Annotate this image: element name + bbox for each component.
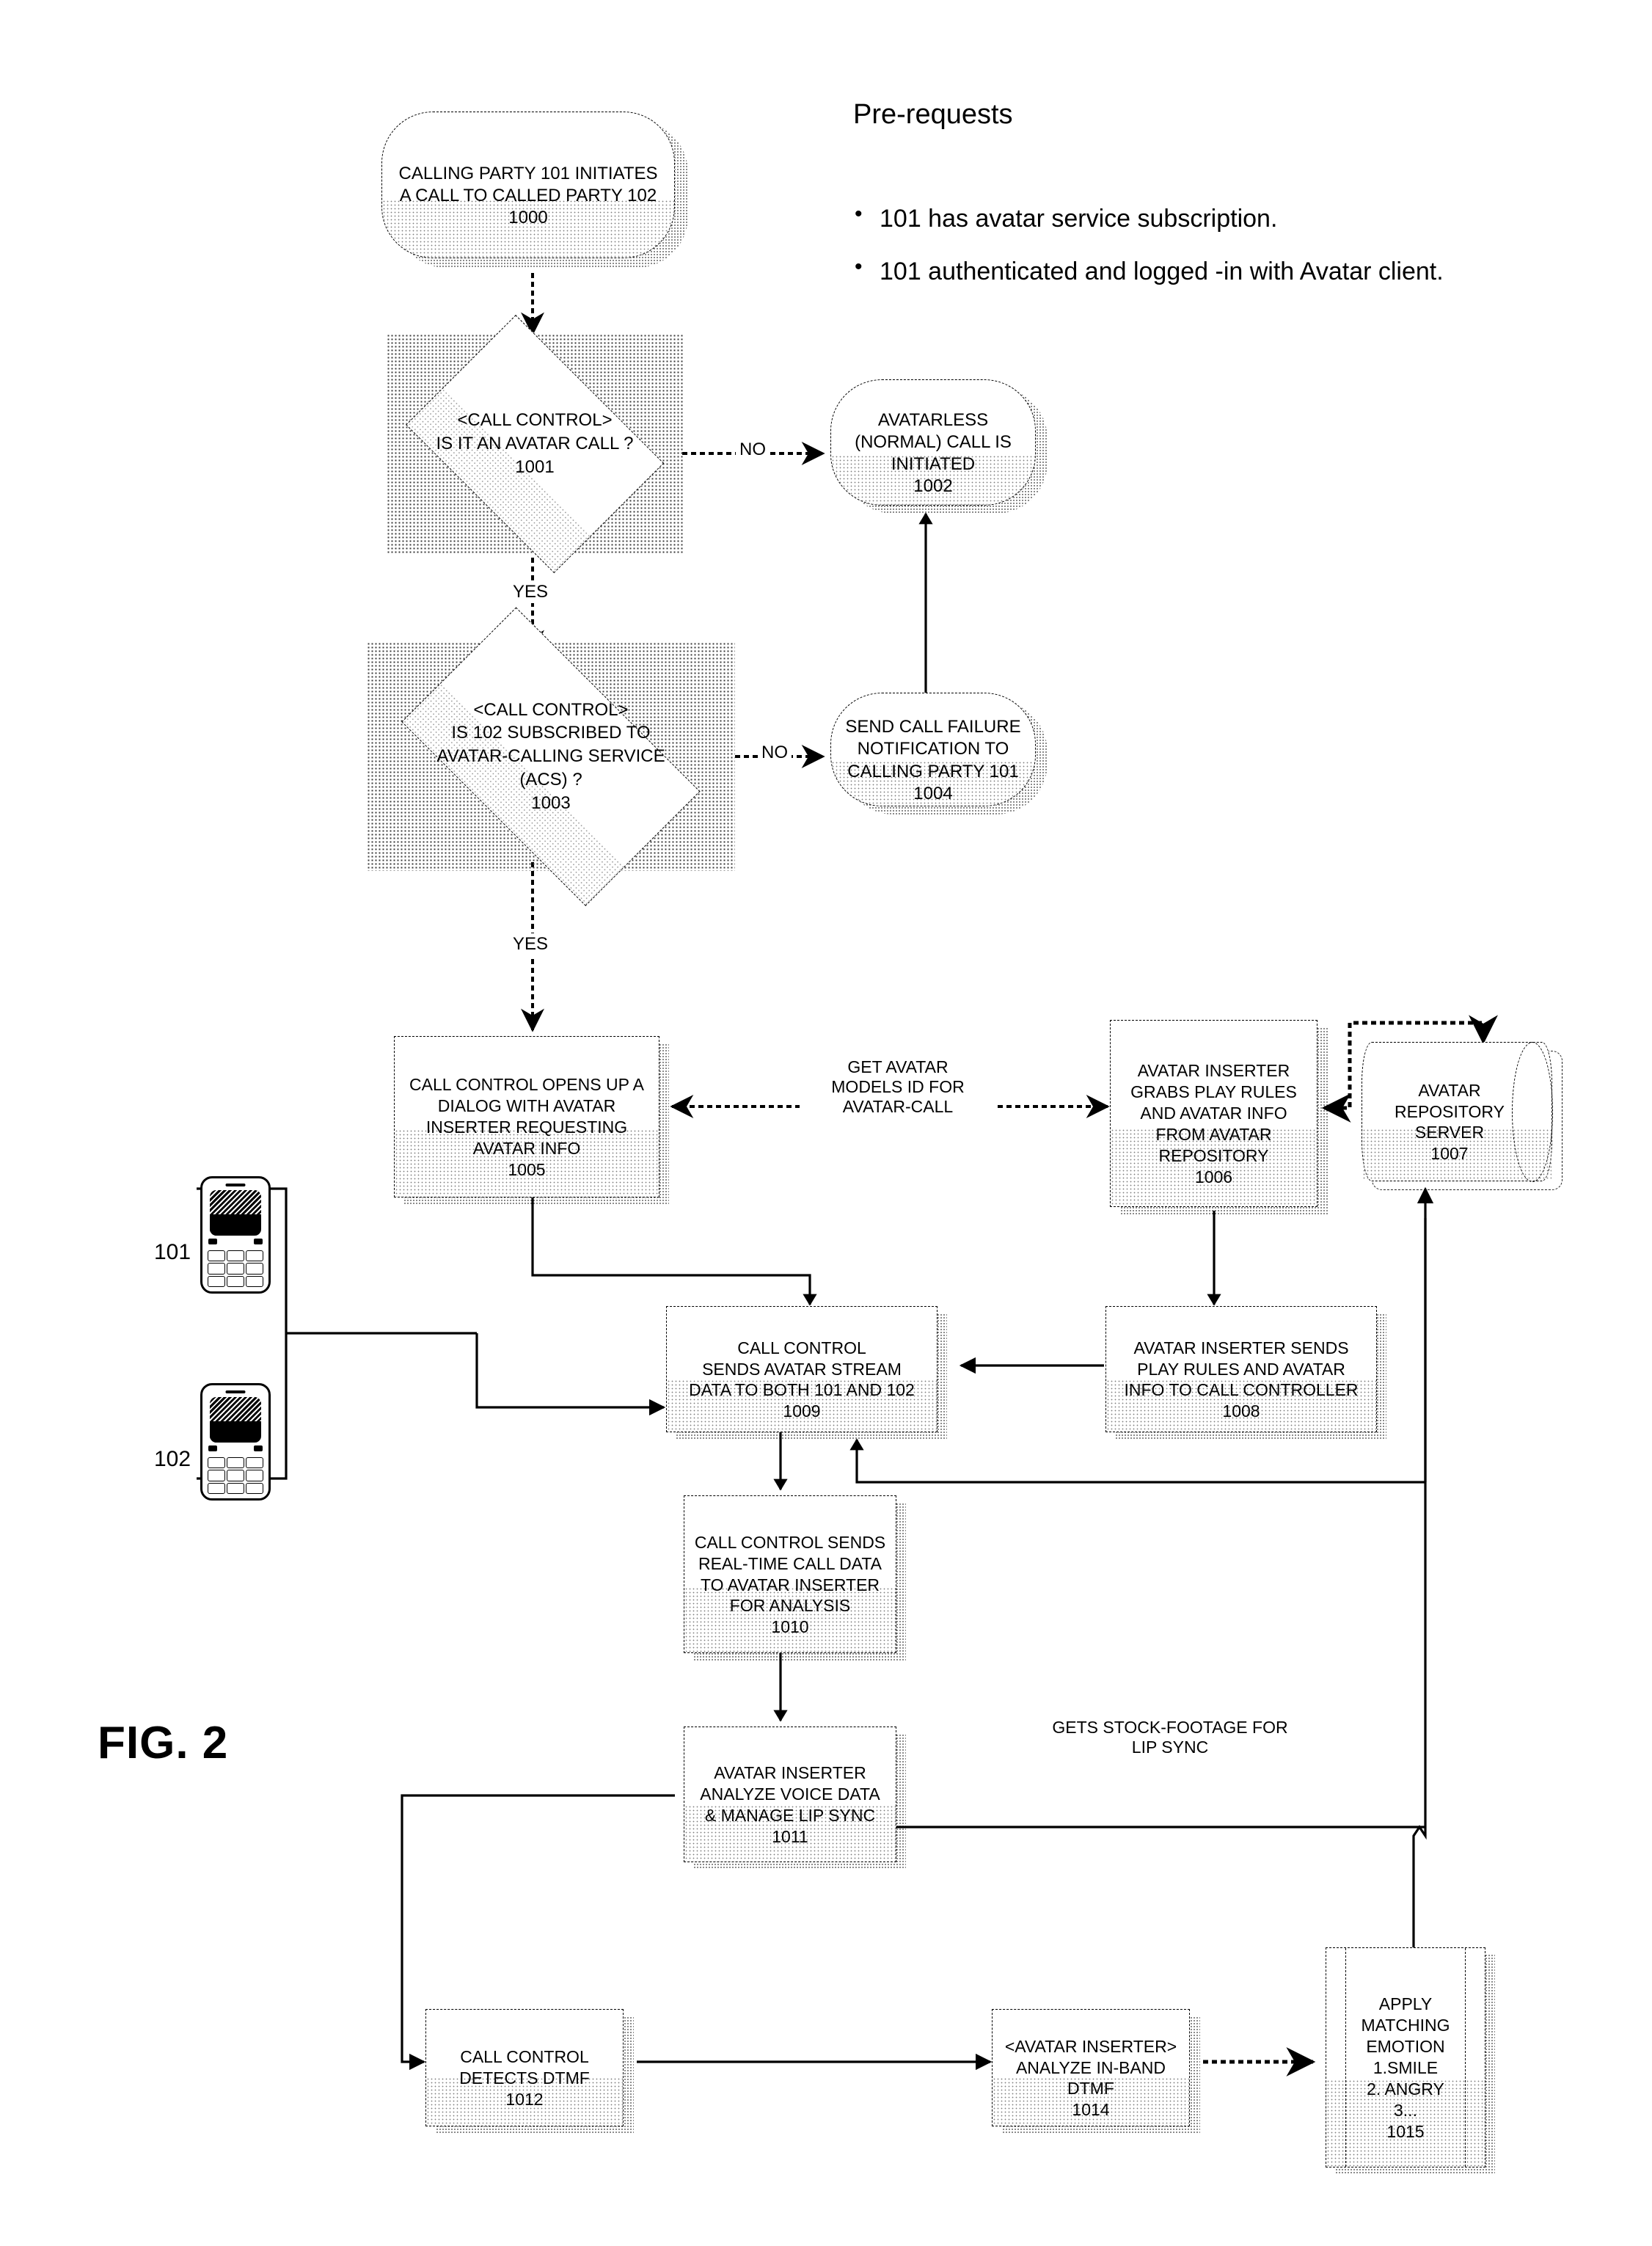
node-1001-text: <CALL CONTROL> IS IT AN AVATAR CALL ? 100… — [436, 410, 634, 477]
node-1006-text: AVATAR INSERTER GRABS PLAY RULES AND AVA… — [1130, 1061, 1297, 1186]
edge-label-yes-1003: YES — [509, 933, 552, 955]
node-1002-text: AVATARLESS (NORMAL) CALL IS INITIATED 100… — [855, 409, 1012, 497]
keypad-icon — [208, 1456, 263, 1494]
node-1008[interactable]: AVATAR INSERTER SENDS PLAY RULES AND AVA… — [1105, 1306, 1377, 1432]
node-1007[interactable]: AVATAR REPOSITORY SERVER 1007 — [1362, 1041, 1553, 1182]
node-1001[interactable]: <CALL CONTROL> IS IT AN AVATAR CALL ? 100… — [387, 315, 683, 573]
soft-keys — [208, 1238, 263, 1247]
node-1000[interactable]: CALLING PARTY 101 INITIATES A CALL TO CA… — [381, 112, 675, 258]
node-1003-text: <CALL CONTROL> IS 102 SUBSCRIBED TO AVAT… — [436, 699, 665, 813]
node-1014-text: <AVATAR INSERTER> ANALYZE IN-BAND DTMF 10… — [1004, 2036, 1177, 2120]
node-1012-text: CALL CONTROL DETECTS DTMF 1012 — [459, 2047, 590, 2109]
node-1015-text: APPLY MATCHING EMOTION 1.SMILE 2. ANGRY … — [1361, 1994, 1450, 2141]
edge-label-stock-footage: GETS STOCK-FOOTAGE FOR LIP SYNC — [1020, 1717, 1320, 1758]
handset-102-icon — [200, 1383, 271, 1501]
handset-101-icon — [200, 1176, 271, 1294]
edge-label-yes-1001: YES — [509, 581, 552, 603]
node-1014[interactable]: <AVATAR INSERTER> ANALYZE IN-BAND DTMF 10… — [992, 2009, 1190, 2126]
screen-icon — [209, 1190, 262, 1236]
edge-1015-up-to-1007-trunk — [1412, 1225, 1427, 1948]
node-1015[interactable]: APPLY MATCHING EMOTION 1.SMILE 2. ANGRY … — [1326, 1947, 1485, 2167]
node-1000-text: CALLING PARTY 101 INITIATES A CALL TO CA… — [398, 163, 658, 228]
node-1003[interactable]: <CALL CONTROL> IS 102 SUBSCRIBED TO AVAT… — [367, 607, 735, 906]
edge-label-no-1003: NO — [758, 742, 792, 764]
node-1010-text: CALL CONTROL SENDS REAL-TIME CALL DATA T… — [694, 1532, 886, 1637]
node-1004-text: SEND CALL FAILURE NOTIFICATION TO CALLIN… — [845, 717, 1021, 803]
edge-feedback-to-1009 — [849, 1438, 1425, 1484]
node-1012[interactable]: CALL CONTROL DETECTS DTMF 1012 — [425, 2009, 624, 2126]
node-1008-text: AVATAR INSERTER SENDS PLAY RULES AND AVA… — [1124, 1338, 1359, 1421]
node-1002[interactable]: AVATARLESS (NORMAL) CALL IS INITIATED 100… — [830, 379, 1036, 506]
handset-101-label: 101 — [154, 1240, 191, 1264]
earpiece-icon — [225, 1390, 246, 1393]
edge-handsets-to-1009 — [475, 1333, 666, 1416]
node-1011-text: AVATAR INSERTER ANALYZE VOICE DATA & MAN… — [700, 1763, 880, 1846]
soft-keys — [208, 1445, 263, 1454]
node-1005-text: CALL CONTROL OPENS UP A DIALOG WITH AVAT… — [409, 1075, 644, 1179]
handset-102-label: 102 — [154, 1447, 191, 1471]
node-1005[interactable]: CALL CONTROL OPENS UP A DIALOG WITH AVAT… — [394, 1036, 659, 1197]
edge-label-no-1001: NO — [736, 439, 770, 461]
node-1011[interactable]: AVATAR INSERTER ANALYZE VOICE DATA & MAN… — [684, 1727, 896, 1862]
node-1009[interactable]: CALL CONTROL SENDS AVATAR STREAM DATA TO… — [666, 1306, 938, 1432]
figure-canvas: Pre-requests • 101 has avatar service su… — [0, 0, 1652, 2246]
node-1009-text: CALL CONTROL SENDS AVATAR STREAM DATA TO… — [689, 1338, 915, 1421]
earpiece-icon — [225, 1184, 246, 1186]
edge-label-get-avatar: GET AVATAR MODELS ID FOR AVATAR-CALL — [800, 1057, 996, 1117]
predefined-bar-right — [1465, 1948, 1466, 2167]
screen-icon — [209, 1397, 262, 1443]
predefined-bar-left — [1345, 1948, 1346, 2167]
node-1006[interactable]: AVATAR INSERTER GRABS PLAY RULES AND AVA… — [1110, 1020, 1317, 1207]
node-1007-text: AVATAR REPOSITORY SERVER 1007 — [1395, 1080, 1505, 1164]
node-1004[interactable]: SEND CALL FAILURE NOTIFICATION TO CALLIN… — [830, 693, 1036, 806]
edge-1005-to-1009 — [531, 1197, 817, 1306]
keypad-icon — [208, 1250, 263, 1287]
node-1010[interactable]: CALL CONTROL SENDS REAL-TIME CALL DATA T… — [684, 1495, 896, 1653]
